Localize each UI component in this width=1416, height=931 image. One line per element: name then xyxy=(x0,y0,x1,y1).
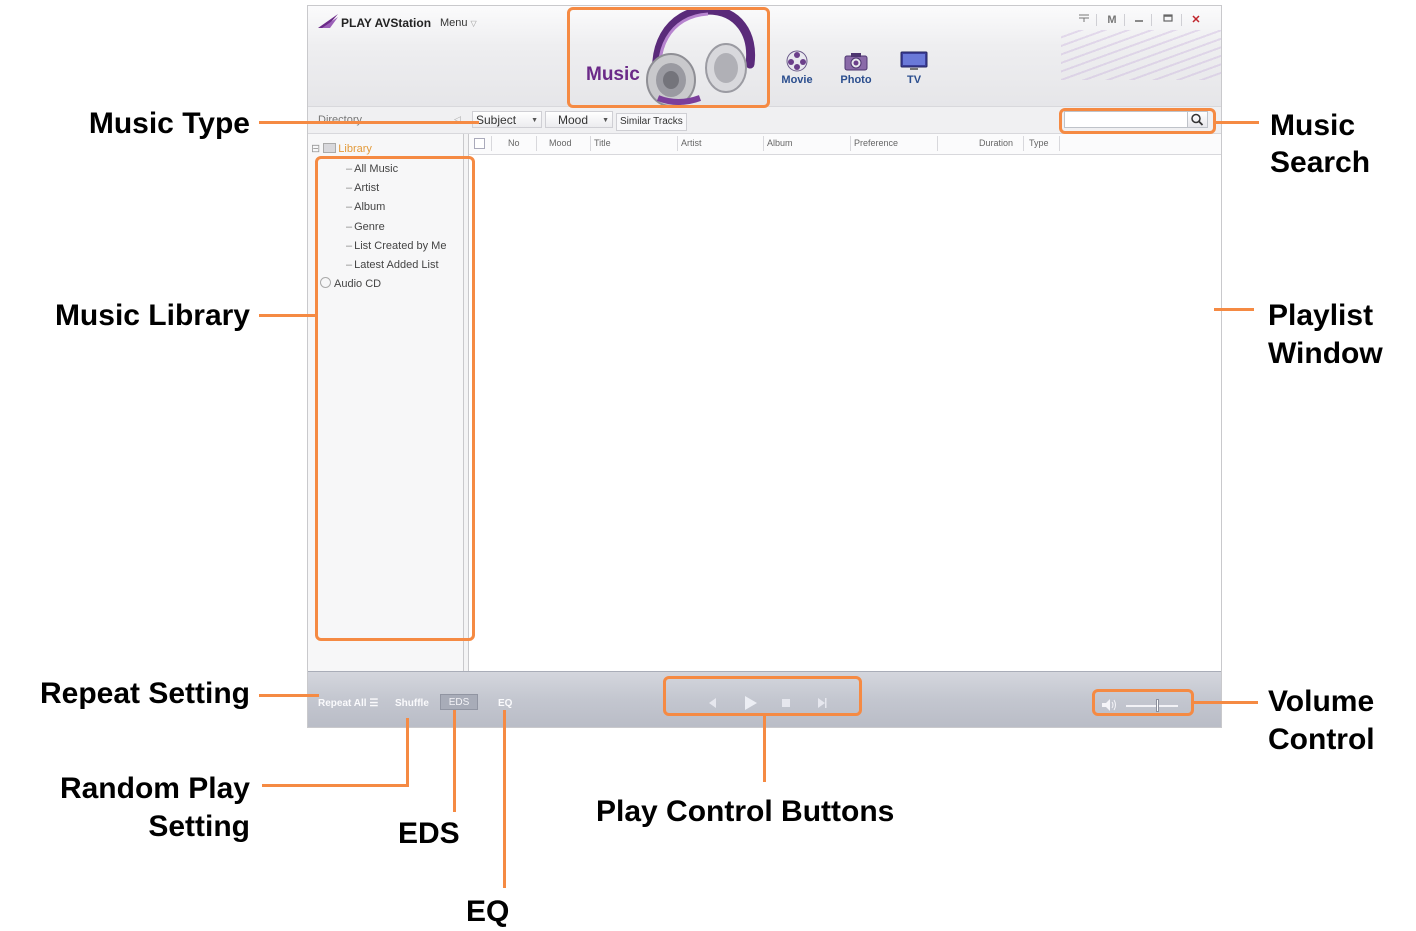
annotation-box-music-tab xyxy=(567,7,770,108)
column-separator xyxy=(763,136,764,151)
column-artist[interactable]: Artist xyxy=(681,138,702,148)
column-separator xyxy=(937,136,938,151)
column-separator xyxy=(1059,136,1060,151)
annotation-box-play-controls xyxy=(663,676,862,716)
column-separator xyxy=(677,136,678,151)
column-album[interactable]: Album xyxy=(767,138,793,148)
chevron-down-icon: ▽ xyxy=(470,19,477,28)
annotation-line-volume xyxy=(1194,701,1258,704)
film-reel-icon xyxy=(786,50,808,72)
playlist-window: No Mood Title Artist Album Preference Du… xyxy=(468,134,1221,671)
select-all-checkbox[interactable] xyxy=(474,138,485,149)
annotation-playlist-line1: Playlist xyxy=(1268,299,1374,332)
annotation-box-music-search xyxy=(1059,108,1216,134)
column-separator xyxy=(1023,136,1024,151)
tree-item-library[interactable]: ⊟ Library xyxy=(311,142,372,155)
maximize-icon[interactable] xyxy=(1159,12,1177,28)
collapse-toggle-icon[interactable]: ⊟ xyxy=(311,143,320,155)
library-label: Library xyxy=(338,143,372,155)
dropdown-arrow-icon: ▼ xyxy=(602,117,609,124)
repeat-label: Repeat All xyxy=(318,698,367,709)
tab-movie[interactable]: Movie xyxy=(775,50,819,86)
annotation-volume-line2: Control xyxy=(1268,723,1375,756)
annotation-repeat-setting: Repeat Setting xyxy=(39,677,250,710)
column-mood[interactable]: Mood xyxy=(549,138,572,148)
similar-tracks-button[interactable]: Similar Tracks xyxy=(616,113,687,131)
m-button[interactable]: M xyxy=(1103,12,1121,28)
column-separator xyxy=(590,136,591,151)
playlist-header: No Mood Title Artist Album Preference Du… xyxy=(469,134,1221,155)
eq-button[interactable]: EQ xyxy=(498,698,512,709)
column-preference[interactable]: Preference xyxy=(854,138,898,148)
camera-icon xyxy=(844,53,868,71)
tv-icon xyxy=(900,51,928,70)
mood-dropdown-label: Mood xyxy=(558,113,589,127)
annotation-line-music-search xyxy=(1216,121,1259,124)
window-control-separator xyxy=(1096,14,1097,26)
tab-movie-label: Movie xyxy=(781,74,813,86)
annotation-line-eds xyxy=(453,710,456,812)
decorative-swoosh xyxy=(1061,30,1221,80)
column-type[interactable]: Type xyxy=(1029,138,1049,148)
annotation-line-music-library xyxy=(259,314,316,317)
mood-dropdown[interactable]: Mood ▼ xyxy=(545,111,613,128)
repeat-mode-icon: ☰ xyxy=(369,698,379,709)
annotation-eds: EDS xyxy=(398,817,460,850)
dropdown-arrow-icon: ▼ xyxy=(531,117,538,124)
tab-tv[interactable]: TV xyxy=(892,50,936,86)
column-no[interactable]: No xyxy=(508,138,520,148)
close-icon[interactable]: ✕ xyxy=(1187,12,1205,28)
repeat-button[interactable]: Repeat All ☰ xyxy=(318,698,378,709)
app-title: PLAY AVStation xyxy=(341,16,432,30)
column-title[interactable]: Title xyxy=(594,138,611,148)
minimize-icon[interactable] xyxy=(1130,12,1148,28)
annotation-random-play-line1: Random Play xyxy=(59,772,250,805)
annotation-line-eq xyxy=(503,710,506,888)
annotation-line-play-controls xyxy=(763,716,766,782)
annotation-music-search-line2: Search xyxy=(1270,146,1371,179)
annotation-music-search-line1: Music xyxy=(1270,109,1356,142)
annotation-playlist-line2: Window xyxy=(1268,337,1383,370)
window-control-separator xyxy=(1124,14,1125,26)
folder-icon xyxy=(323,143,337,153)
logo-icon xyxy=(318,14,338,28)
eds-button[interactable]: EDS xyxy=(440,694,478,710)
annotation-music-type: Music Type xyxy=(88,107,250,140)
menu-label: Menu xyxy=(440,17,468,29)
subject-dropdown-label: Subject xyxy=(476,113,517,127)
annotation-line-playlist xyxy=(1214,308,1254,311)
directory-label: Directory xyxy=(318,114,363,126)
subject-dropdown[interactable]: Subject ▼ xyxy=(472,111,542,128)
annotation-line-shuffle-vertical xyxy=(406,718,409,786)
annotation-random-play-line2: Setting xyxy=(148,810,250,843)
window-control-separator xyxy=(1151,14,1152,26)
column-duration[interactable]: Duration xyxy=(979,138,1013,148)
annotation-play-controls: Play Control Buttons xyxy=(596,795,895,828)
annotation-box-volume xyxy=(1092,689,1194,716)
tab-photo[interactable]: Photo xyxy=(834,50,878,86)
column-separator xyxy=(536,136,537,151)
menu-button[interactable]: Menu ▽ xyxy=(440,17,477,29)
annotation-volume-line1: Volume xyxy=(1268,685,1375,718)
column-separator xyxy=(491,136,492,151)
annotation-box-music-library xyxy=(315,156,475,641)
annotation-line-music-type xyxy=(259,121,479,124)
window-control-separator xyxy=(1181,14,1182,26)
column-separator xyxy=(850,136,851,151)
annotation-music-library: Music Library xyxy=(54,299,250,332)
mini-mode-icon[interactable] xyxy=(1075,12,1093,28)
annotation-line-shuffle-horizontal xyxy=(262,784,409,787)
tab-photo-label: Photo xyxy=(840,74,872,86)
tab-tv-label: TV xyxy=(906,74,922,86)
shuffle-button[interactable]: Shuffle xyxy=(395,698,429,709)
annotation-eq: EQ xyxy=(466,895,510,928)
annotation-line-repeat xyxy=(259,694,319,697)
